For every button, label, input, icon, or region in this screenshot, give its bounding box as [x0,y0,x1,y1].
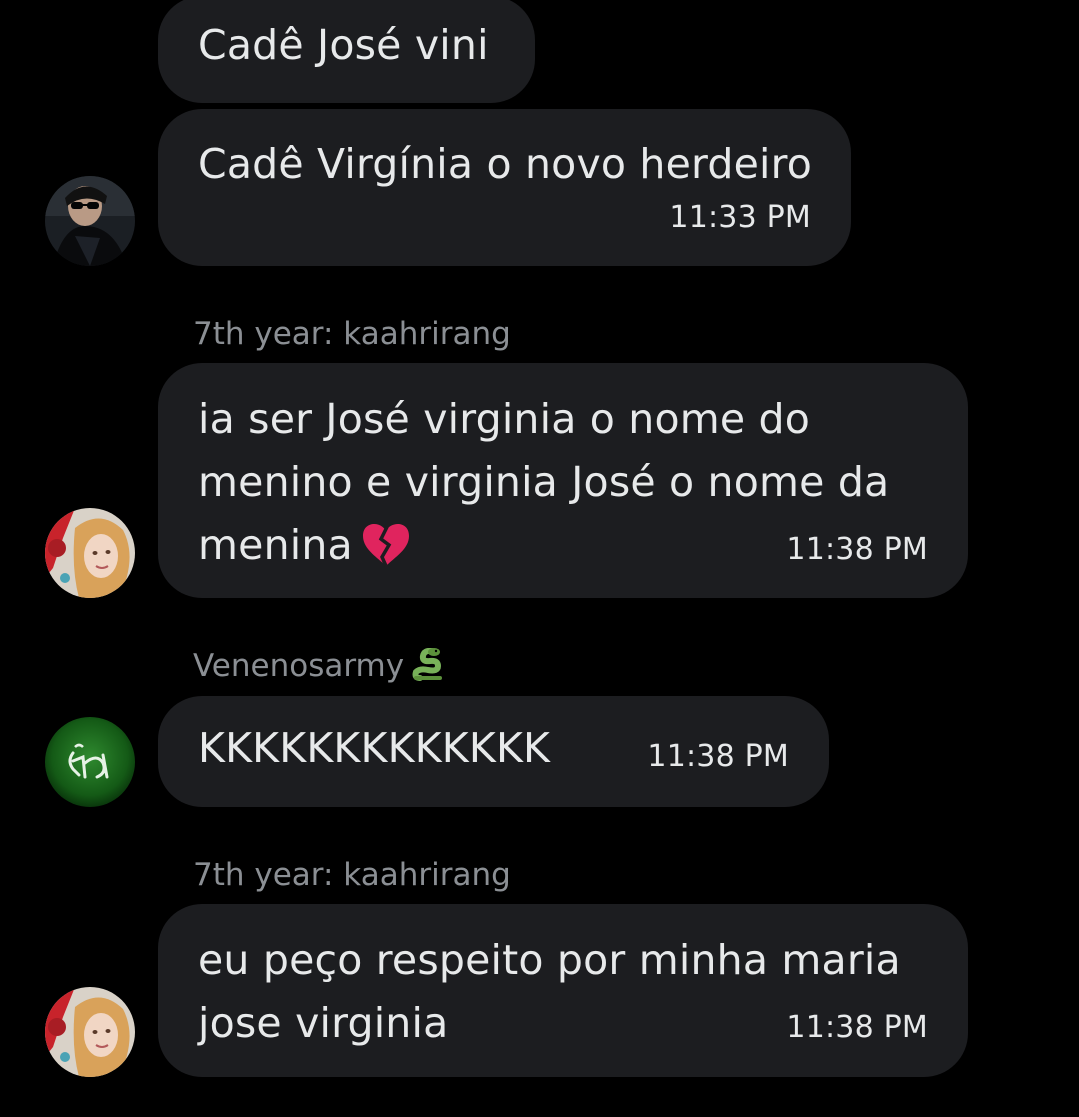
message-text: Cadê Virgínia o novo herdeiro [198,140,813,188]
user-avatar[interactable] [45,176,135,266]
sender-name[interactable]: 7th year: kaahrirang [193,857,511,893]
user-dark-sunglasses-avatar [45,176,135,266]
message-timestamp: 11:38 PM [786,532,928,567]
message-text-line: menina [198,521,353,569]
message-bubble[interactable]: Cadê Virgínia o novo herdeiro 11:33 PM [158,109,851,266]
message-bubble[interactable]: ia ser José virginia o nome do menino e … [158,363,968,598]
message-text: jose virginia [198,999,449,1047]
message-text: menina [198,514,411,585]
message-text: KKKKKKKKKKKKK [198,724,551,772]
sender-name[interactable]: Venenosarmy [193,647,446,690]
user-avatar[interactable] [45,987,135,1077]
message-bubble[interactable]: eu peço respeito por minha maria jose vi… [158,904,968,1077]
message-timestamp: 11:33 PM [669,200,811,235]
message-bubble[interactable]: Cadê José vini [158,0,535,103]
sender-name-text: Venenosarmy [193,648,405,684]
user-blonde-red-avatar [45,508,135,598]
user-green-logo-avatar [45,717,135,807]
user-avatar[interactable] [45,508,135,598]
snake-icon [412,647,446,690]
message-timestamp: 11:38 PM [647,739,789,774]
message-text: ia ser José virginia o nome do [198,395,811,443]
user-avatar[interactable] [45,717,135,807]
message-text: eu peço respeito por minha maria [198,936,901,984]
message-text: Cadê José vini [198,21,489,69]
sender-name[interactable]: 7th year: kaahrirang [193,316,511,352]
user-blonde-red-avatar [45,987,135,1077]
message-bubble[interactable]: KKKKKKKKKKKKK 11:38 PM [158,696,829,807]
message-timestamp: 11:38 PM [786,1010,928,1045]
message-text: menino e virginia José o nome da [198,458,890,506]
broken-heart-icon [361,521,411,585]
